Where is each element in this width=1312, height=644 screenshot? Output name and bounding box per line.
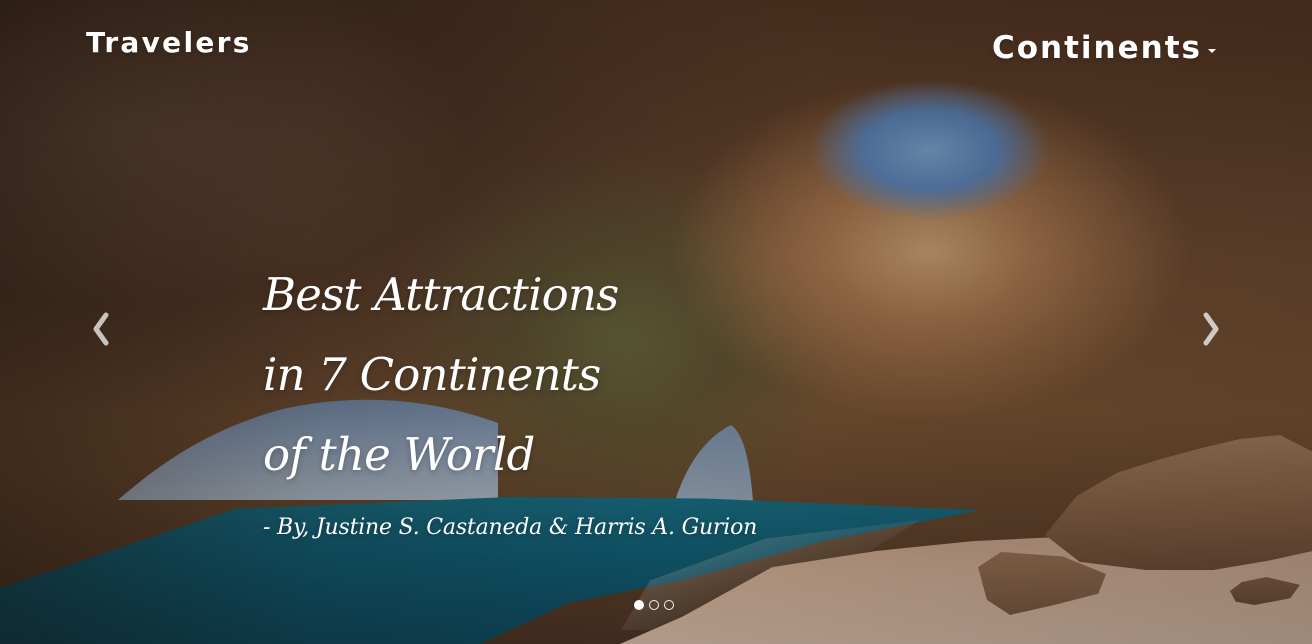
headline-line: in 7 Continents xyxy=(263,348,601,401)
continents-label: Continents xyxy=(992,30,1202,66)
headline-line: of the World xyxy=(263,428,535,481)
brand-link[interactable]: Travelers xyxy=(86,29,252,57)
carousel-indicator[interactable] xyxy=(649,600,659,610)
carousel-indicator[interactable] xyxy=(664,600,674,610)
hero-caption: Best Attractions in 7 Continents of the … xyxy=(263,255,757,539)
byline: - By, Justine S. Castaneda & Harris A. G… xyxy=(263,515,758,540)
chevron-down-icon xyxy=(1208,49,1216,53)
hero-carousel: Travelers Continents Best Attractions in… xyxy=(0,0,1312,644)
headline-line: Best Attractions xyxy=(263,268,619,321)
chevron-left-icon xyxy=(88,311,114,351)
large-rock xyxy=(1045,435,1312,570)
carousel-indicator[interactable] xyxy=(634,600,644,610)
chevron-right-icon xyxy=(1198,311,1224,351)
previous-slide-button[interactable] xyxy=(82,309,120,353)
carousel-indicators xyxy=(634,600,674,610)
continents-dropdown[interactable]: Continents xyxy=(992,33,1216,64)
next-slide-button[interactable] xyxy=(1192,309,1230,353)
